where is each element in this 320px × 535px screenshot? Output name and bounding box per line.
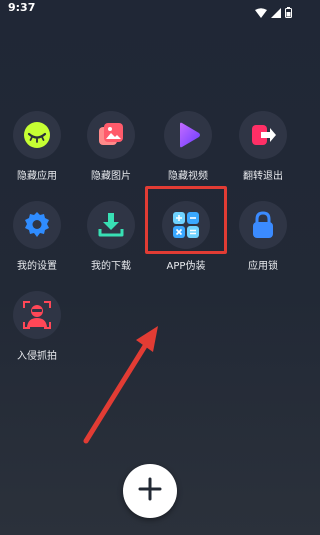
annotation-arrow bbox=[83, 326, 158, 444]
plus-icon bbox=[137, 476, 163, 506]
add-button[interactable] bbox=[123, 464, 177, 518]
